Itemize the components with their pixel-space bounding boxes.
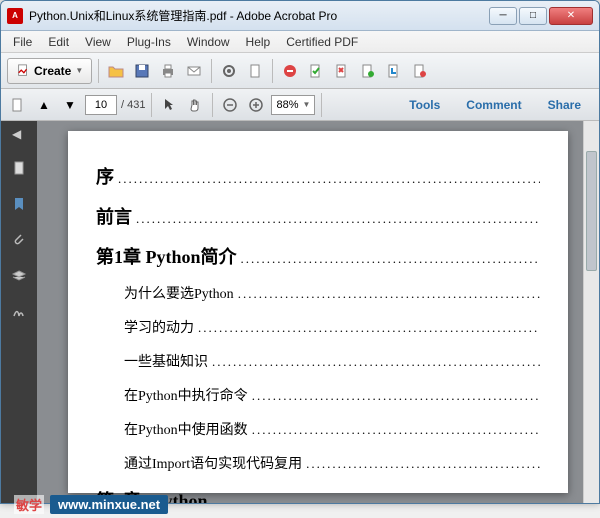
menu-edit[interactable]: Edit	[40, 33, 77, 51]
chevron-down-icon: ▼	[75, 66, 83, 75]
page-thumbnail-icon[interactable]	[7, 94, 29, 116]
doc-button[interactable]	[244, 60, 266, 82]
toc-label: 第1章 Python简介	[96, 243, 237, 269]
email-button[interactable]	[183, 60, 205, 82]
hand-tool[interactable]	[184, 94, 206, 116]
toc-entry: 第1章 Python简介............................…	[96, 243, 540, 269]
page-up-button[interactable]: ▲	[33, 94, 55, 116]
signatures-panel-button[interactable]	[6, 299, 32, 325]
page-route-button[interactable]	[383, 60, 405, 82]
toc-label: 学习的动力	[124, 317, 194, 337]
zoom-level-select[interactable]: 88% ▼	[271, 95, 315, 115]
toolbar-separator	[212, 93, 213, 117]
toolbar-separator	[272, 59, 273, 83]
layers-panel-button[interactable]	[6, 263, 32, 289]
maximize-button[interactable]: □	[519, 7, 547, 25]
create-button[interactable]: Create ▼	[7, 58, 92, 84]
toc-leader-dots: ........................................…	[136, 211, 540, 227]
toc-leader-dots: ........................................…	[212, 354, 540, 370]
nav-toolbar: ▲ ▼ / 431 88% ▼ Tools Comment Share	[1, 89, 599, 121]
toc-entry: 序.......................................…	[96, 163, 540, 189]
toc-entry: 在Python中执行命令............................…	[96, 385, 540, 405]
menu-view[interactable]: View	[77, 33, 119, 51]
toc-label: 前言	[96, 203, 132, 229]
sidebar-toggle-icon[interactable]: ◀	[12, 127, 26, 141]
page-add-button[interactable]	[357, 60, 379, 82]
gear-button[interactable]	[218, 60, 240, 82]
create-icon	[16, 64, 30, 78]
toc-label: 在Python中使用函数	[124, 419, 248, 439]
comment-link[interactable]: Comment	[454, 94, 533, 116]
attachments-panel-button[interactable]	[6, 227, 32, 253]
toc-entry: 在Python中使用函数............................…	[96, 419, 540, 439]
share-link[interactable]: Share	[536, 94, 593, 116]
close-button[interactable]: ✕	[549, 7, 593, 25]
save-button[interactable]	[131, 60, 153, 82]
menu-plugins[interactable]: Plug-Ins	[119, 33, 179, 51]
toc-label: 一些基础知识	[124, 351, 208, 371]
toolbar-separator	[321, 93, 322, 117]
toc-leader-dots: ........................................…	[306, 456, 540, 472]
document-viewport[interactable]: 序.......................................…	[37, 121, 599, 503]
toc-entry: 通过Import语句实现代码复用........................…	[96, 453, 540, 473]
window-title: Python.Unix和Linux系统管理指南.pdf - Adobe Acro…	[29, 7, 489, 24]
toc-leader-dots: ........................................…	[198, 320, 540, 336]
pdf-icon: A	[7, 8, 23, 24]
watermark: 敏学 www.minxue.net	[14, 495, 168, 514]
toc-leader-dots: ........................................…	[118, 171, 540, 187]
zoom-in-button[interactable]	[245, 94, 267, 116]
pdf-page: 序.......................................…	[68, 131, 568, 493]
stop-button[interactable]	[279, 60, 301, 82]
chevron-down-icon: ▼	[303, 100, 311, 109]
zoom-value: 88%	[276, 99, 298, 111]
thumbnails-panel-button[interactable]	[6, 155, 32, 181]
menu-file[interactable]: File	[5, 33, 40, 51]
toolbar-separator	[151, 93, 152, 117]
zoom-out-button[interactable]	[219, 94, 241, 116]
bookmarks-panel-button[interactable]	[6, 191, 32, 217]
menu-window[interactable]: Window	[179, 33, 238, 51]
toc-entry: 一些基础知识..................................…	[96, 351, 540, 371]
toc-entry: 为什么要选Python.............................…	[96, 283, 540, 303]
toolbar-separator	[211, 59, 212, 83]
nav-right-panel: Tools Comment Share	[397, 94, 593, 116]
open-button[interactable]	[105, 60, 127, 82]
toc-label: 通过Import语句实现代码复用	[124, 453, 302, 473]
watermark-url: www.minxue.net	[50, 495, 168, 514]
menu-help[interactable]: Help	[238, 33, 279, 51]
toc-label: 为什么要选Python	[124, 283, 234, 303]
page-info-button[interactable]	[409, 60, 431, 82]
minimize-button[interactable]: ─	[489, 7, 517, 25]
window-controls: ─ □ ✕	[489, 7, 593, 25]
toc-label: 在Python中执行命令	[124, 385, 248, 405]
toc-leader-dots: ........................................…	[252, 388, 540, 404]
print-button[interactable]	[157, 60, 179, 82]
toc-entry: 前言......................................…	[96, 203, 540, 229]
page-down-button[interactable]: ▼	[59, 94, 81, 116]
page-total-label: / 431	[121, 99, 145, 111]
toc-leader-dots: ........................................…	[212, 495, 540, 503]
toc-leader-dots: ........................................…	[252, 422, 540, 438]
create-label: Create	[34, 64, 71, 78]
check-button[interactable]	[305, 60, 327, 82]
title-bar[interactable]: A Python.Unix和Linux系统管理指南.pdf - Adobe Ac…	[1, 1, 599, 31]
tools-link[interactable]: Tools	[397, 94, 452, 116]
pointer-tool[interactable]	[158, 94, 180, 116]
menu-certified-pdf[interactable]: Certified PDF	[278, 33, 366, 51]
content-area: ◀ 序.....................................…	[1, 121, 599, 503]
toc-leader-dots: ........................................…	[238, 286, 540, 302]
toc-entry: 学习的动力...................................…	[96, 317, 540, 337]
app-window: A Python.Unix和Linux系统管理指南.pdf - Adobe Ac…	[0, 0, 600, 504]
menu-bar: File Edit View Plug-Ins Window Help Cert…	[1, 31, 599, 53]
left-sidebar: ◀	[1, 121, 37, 503]
page-number-input[interactable]	[85, 95, 117, 115]
page-cancel-button[interactable]	[331, 60, 353, 82]
main-toolbar: Create ▼	[1, 53, 599, 89]
watermark-label: 敏学	[14, 495, 44, 514]
scrollbar-thumb[interactable]	[586, 151, 597, 271]
toc-label: 序	[96, 163, 114, 189]
toolbar-separator	[98, 59, 99, 83]
toc-leader-dots: ........................................…	[241, 251, 540, 267]
vertical-scrollbar[interactable]	[583, 121, 599, 503]
